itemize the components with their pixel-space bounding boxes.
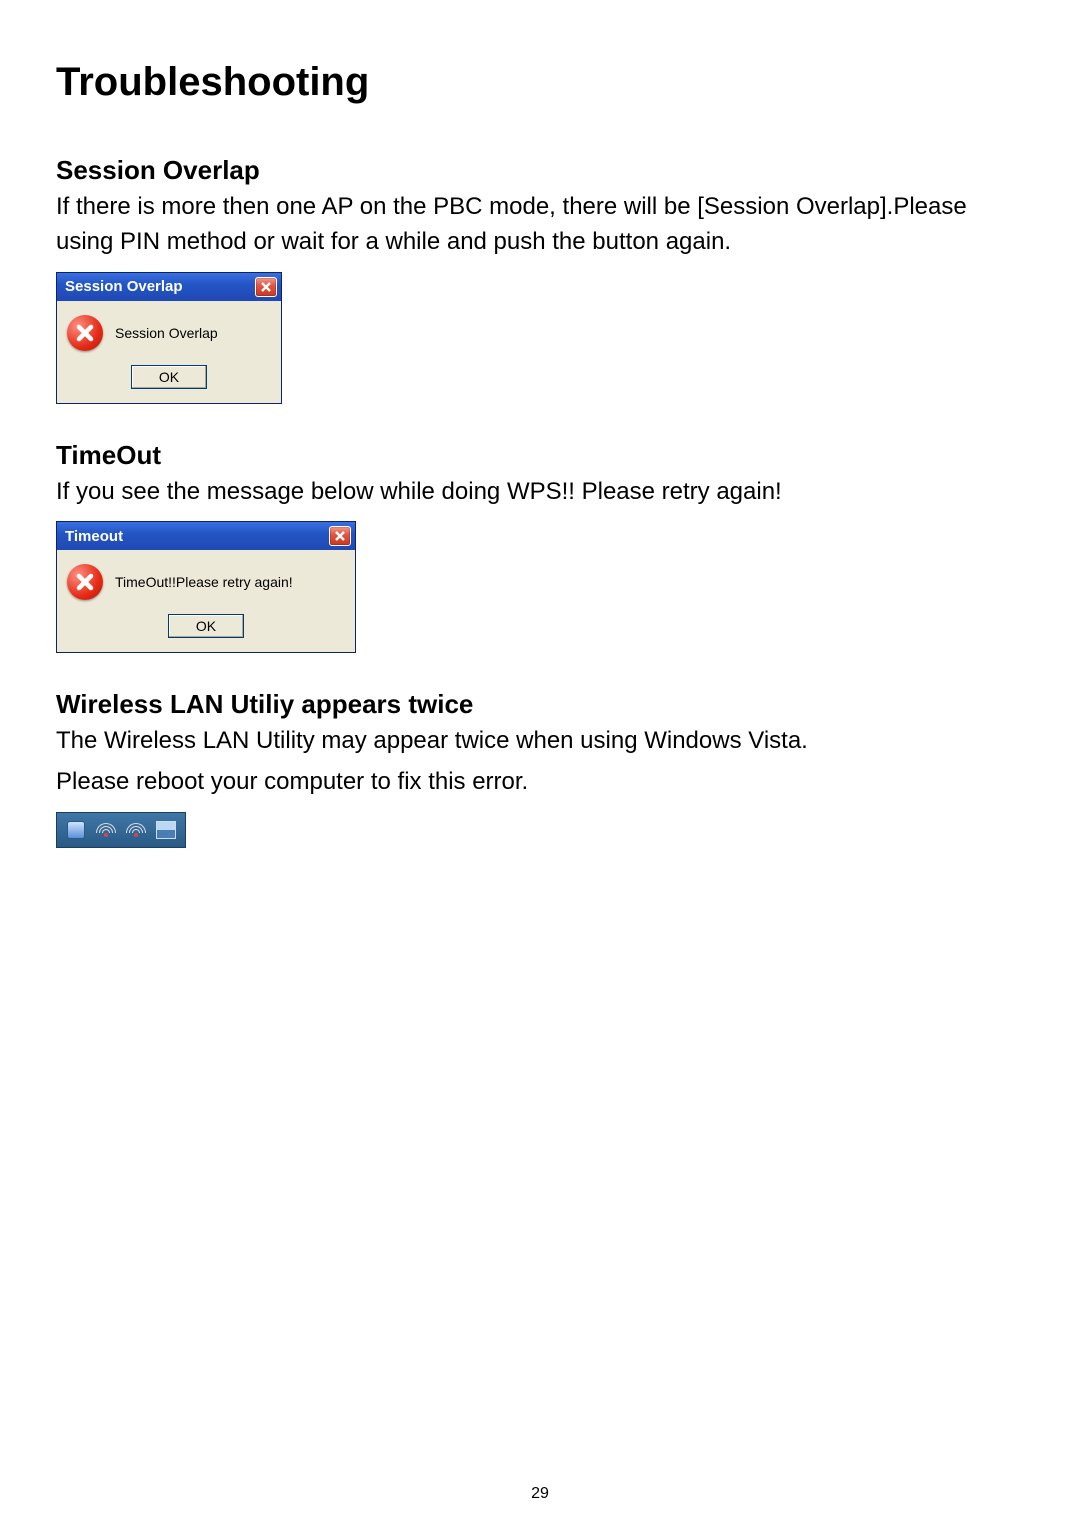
- tray-info-icon: [63, 817, 89, 843]
- heading-session-overlap: Session Overlap: [56, 155, 1024, 186]
- dialog-body: TimeOut!!Please retry again!: [57, 550, 355, 610]
- dialog-session-overlap: Session Overlap Session Overlap OK: [56, 272, 282, 404]
- section-timeout: TimeOut If you see the message below whi…: [56, 440, 1024, 654]
- section-session-overlap: Session Overlap If there is more then on…: [56, 155, 1024, 404]
- dialog-title: Timeout: [65, 528, 123, 545]
- dialog-title: Session Overlap: [65, 278, 183, 295]
- dialog-timeout: Timeout TimeOut!!Please retry again! OK: [56, 521, 356, 653]
- body-utility-twice-2: Please reboot your computer to fix this …: [56, 765, 1024, 800]
- titlebar: Timeout: [57, 522, 355, 550]
- body-timeout: If you see the message below while doing…: [56, 475, 1024, 510]
- dialog-message: Session Overlap: [115, 325, 218, 341]
- dialog-message: TimeOut!!Please retry again!: [115, 574, 293, 590]
- close-icon: [334, 530, 346, 542]
- error-icon: [67, 564, 103, 600]
- dialog-footer: OK: [57, 361, 281, 403]
- ok-button[interactable]: OK: [131, 365, 207, 389]
- wlan-utility-icon: [123, 817, 149, 843]
- section-utility-twice: Wireless LAN Utiliy appears twice The Wi…: [56, 689, 1024, 848]
- page-title: Troubleshooting: [56, 60, 1024, 105]
- close-icon: [260, 281, 272, 293]
- ok-button[interactable]: OK: [168, 614, 244, 638]
- titlebar: Session Overlap: [57, 273, 281, 301]
- system-tray: [56, 812, 186, 848]
- close-button[interactable]: [255, 277, 277, 297]
- network-icon: [153, 817, 179, 843]
- error-icon: [67, 315, 103, 351]
- heading-utility-twice: Wireless LAN Utiliy appears twice: [56, 689, 1024, 720]
- close-button[interactable]: [329, 526, 351, 546]
- body-session-overlap: If there is more then one AP on the PBC …: [56, 190, 1024, 260]
- dialog-body: Session Overlap: [57, 301, 281, 361]
- page-number: 29: [0, 1485, 1080, 1503]
- dialog-footer: OK: [57, 610, 355, 652]
- wlan-utility-icon: [93, 817, 119, 843]
- heading-timeout: TimeOut: [56, 440, 1024, 471]
- body-utility-twice-1: The Wireless LAN Utility may appear twic…: [56, 724, 1024, 759]
